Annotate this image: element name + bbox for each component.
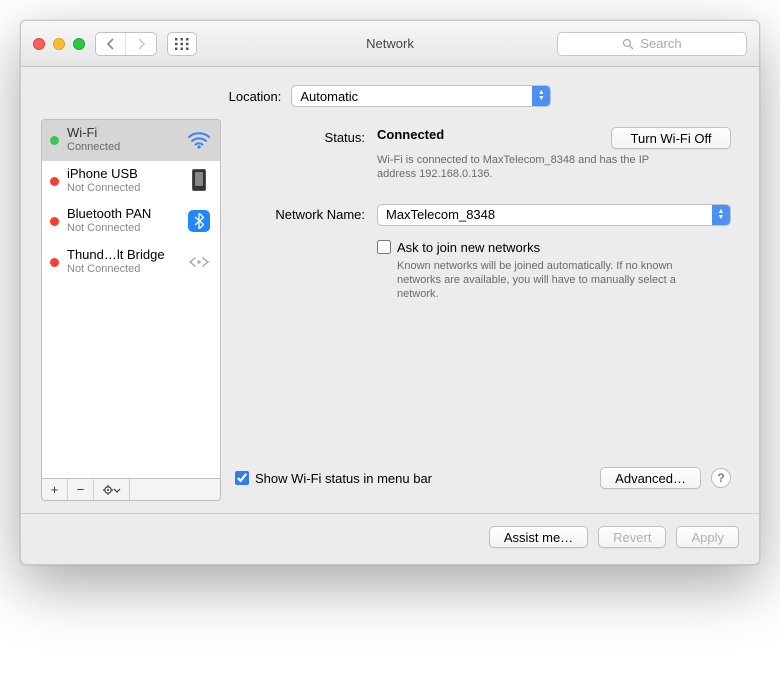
network-prefs-window: Network Search Location: Automatic ▲▼ Wi… bbox=[20, 20, 760, 565]
location-value: Automatic bbox=[300, 89, 358, 104]
location-row: Location: Automatic ▲▼ bbox=[21, 67, 759, 119]
service-thunderbolt-bridge[interactable]: Thund…lt Bridge Not Connected bbox=[42, 242, 220, 283]
service-name: Wi-Fi bbox=[67, 126, 178, 141]
show-wifi-status-label: Show Wi-Fi status in menu bar bbox=[255, 471, 432, 486]
services-actions: + − bbox=[41, 479, 221, 501]
show-all-button[interactable] bbox=[167, 32, 197, 56]
assist-me-button[interactable]: Assist me… bbox=[489, 526, 588, 548]
network-name-value: MaxTelecom_8348 bbox=[386, 207, 495, 222]
gear-icon bbox=[102, 484, 122, 496]
ask-to-join-description: Known networks will be joined automatica… bbox=[397, 259, 677, 302]
footer: Assist me… Revert Apply bbox=[21, 513, 759, 564]
network-name-label: Network Name: bbox=[235, 204, 365, 226]
service-name: Bluetooth PAN bbox=[67, 207, 178, 222]
search-placeholder: Search bbox=[640, 36, 681, 51]
service-status: Not Connected bbox=[67, 263, 178, 276]
location-label: Location: bbox=[229, 89, 282, 104]
service-options-button[interactable] bbox=[94, 479, 130, 500]
status-description: Wi-Fi is connected to MaxTelecom_8348 an… bbox=[377, 153, 657, 182]
help-button[interactable]: ? bbox=[711, 468, 731, 488]
show-wifi-status-checkbox[interactable]: Show Wi-Fi status in menu bar bbox=[235, 471, 432, 486]
status-label: Status: bbox=[235, 127, 365, 149]
search-icon bbox=[622, 38, 634, 50]
service-wifi[interactable]: Wi-Fi Connected bbox=[42, 120, 220, 161]
status-dot-icon bbox=[50, 217, 59, 226]
detail-panel: Status: Connected Turn Wi-Fi Off Wi-Fi i… bbox=[235, 119, 739, 501]
status-value: Connected bbox=[377, 127, 599, 142]
ask-to-join-input[interactable] bbox=[377, 240, 391, 254]
chevron-updown-icon: ▲▼ bbox=[712, 205, 730, 225]
service-status: Not Connected bbox=[67, 182, 178, 195]
search-field[interactable]: Search bbox=[557, 32, 747, 56]
phone-icon bbox=[186, 169, 212, 191]
location-popup[interactable]: Automatic ▲▼ bbox=[291, 85, 551, 107]
minimize-icon[interactable] bbox=[53, 38, 65, 50]
ask-to-join-label: Ask to join new networks bbox=[397, 240, 540, 255]
bluetooth-icon bbox=[186, 210, 212, 232]
window-controls bbox=[33, 38, 85, 50]
network-name-popup[interactable]: MaxTelecom_8348 ▲▼ bbox=[377, 204, 731, 226]
add-service-button[interactable]: + bbox=[42, 479, 68, 500]
wifi-icon bbox=[186, 129, 212, 151]
close-icon[interactable] bbox=[33, 38, 45, 50]
services-sidebar: Wi-Fi Connected iPhone USB Not Connected bbox=[41, 119, 221, 501]
service-name: Thund…lt Bridge bbox=[67, 248, 178, 263]
service-status: Not Connected bbox=[67, 222, 178, 235]
turn-wifi-off-button[interactable]: Turn Wi-Fi Off bbox=[611, 127, 731, 149]
nav-back-forward bbox=[95, 32, 157, 56]
advanced-button[interactable]: Advanced… bbox=[600, 467, 701, 489]
services-list[interactable]: Wi-Fi Connected iPhone USB Not Connected bbox=[41, 119, 221, 479]
thunderbolt-icon bbox=[186, 251, 212, 273]
remove-service-button[interactable]: − bbox=[68, 479, 94, 500]
status-dot-icon bbox=[50, 258, 59, 267]
titlebar: Network Search bbox=[21, 21, 759, 67]
back-button[interactable] bbox=[96, 33, 126, 55]
show-wifi-status-input[interactable] bbox=[235, 471, 249, 485]
apply-button[interactable]: Apply bbox=[676, 526, 739, 548]
service-name: iPhone USB bbox=[67, 167, 178, 182]
forward-button[interactable] bbox=[126, 33, 156, 55]
service-bluetooth-pan[interactable]: Bluetooth PAN Not Connected bbox=[42, 201, 220, 242]
status-dot-icon bbox=[50, 177, 59, 186]
status-dot-icon bbox=[50, 136, 59, 145]
zoom-icon[interactable] bbox=[73, 38, 85, 50]
revert-button[interactable]: Revert bbox=[598, 526, 666, 548]
main-area: Wi-Fi Connected iPhone USB Not Connected bbox=[21, 119, 759, 513]
ask-to-join-checkbox[interactable]: Ask to join new networks bbox=[377, 240, 731, 255]
service-iphone-usb[interactable]: iPhone USB Not Connected bbox=[42, 161, 220, 202]
service-status: Connected bbox=[67, 141, 178, 154]
chevron-updown-icon: ▲▼ bbox=[532, 86, 550, 106]
